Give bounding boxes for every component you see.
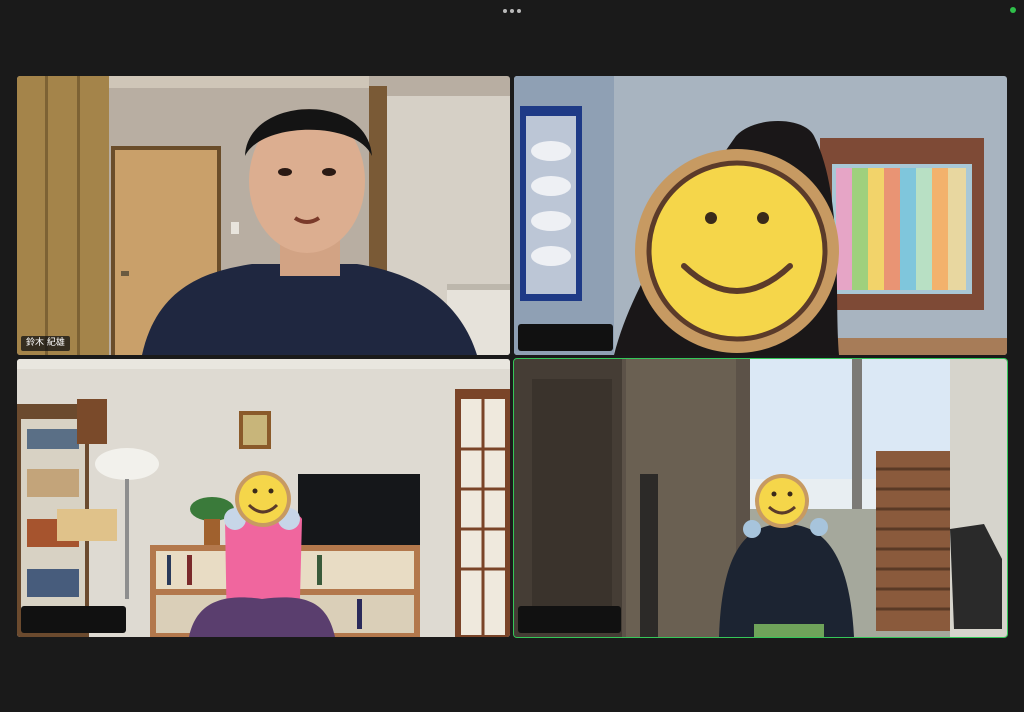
participant-video-1	[17, 76, 510, 355]
participant-tile-2[interactable]	[514, 76, 1007, 355]
top-bar	[0, 0, 1024, 24]
more-options-icon[interactable]	[500, 4, 524, 18]
participant-name-label	[21, 606, 126, 633]
connection-status-indicator	[1010, 7, 1016, 13]
participant-tile-3[interactable]	[17, 359, 510, 637]
participant-name-label	[518, 324, 613, 351]
participant-name-label	[518, 606, 621, 633]
participant-name-label: 鈴木 紀雄	[21, 336, 70, 351]
participant-video-3	[17, 359, 510, 637]
participant-video-2	[514, 76, 1007, 355]
participant-tile-1[interactable]: 鈴木 紀雄	[17, 76, 510, 355]
participant-tile-4[interactable]	[513, 358, 1008, 638]
participant-video-4	[514, 359, 1007, 637]
